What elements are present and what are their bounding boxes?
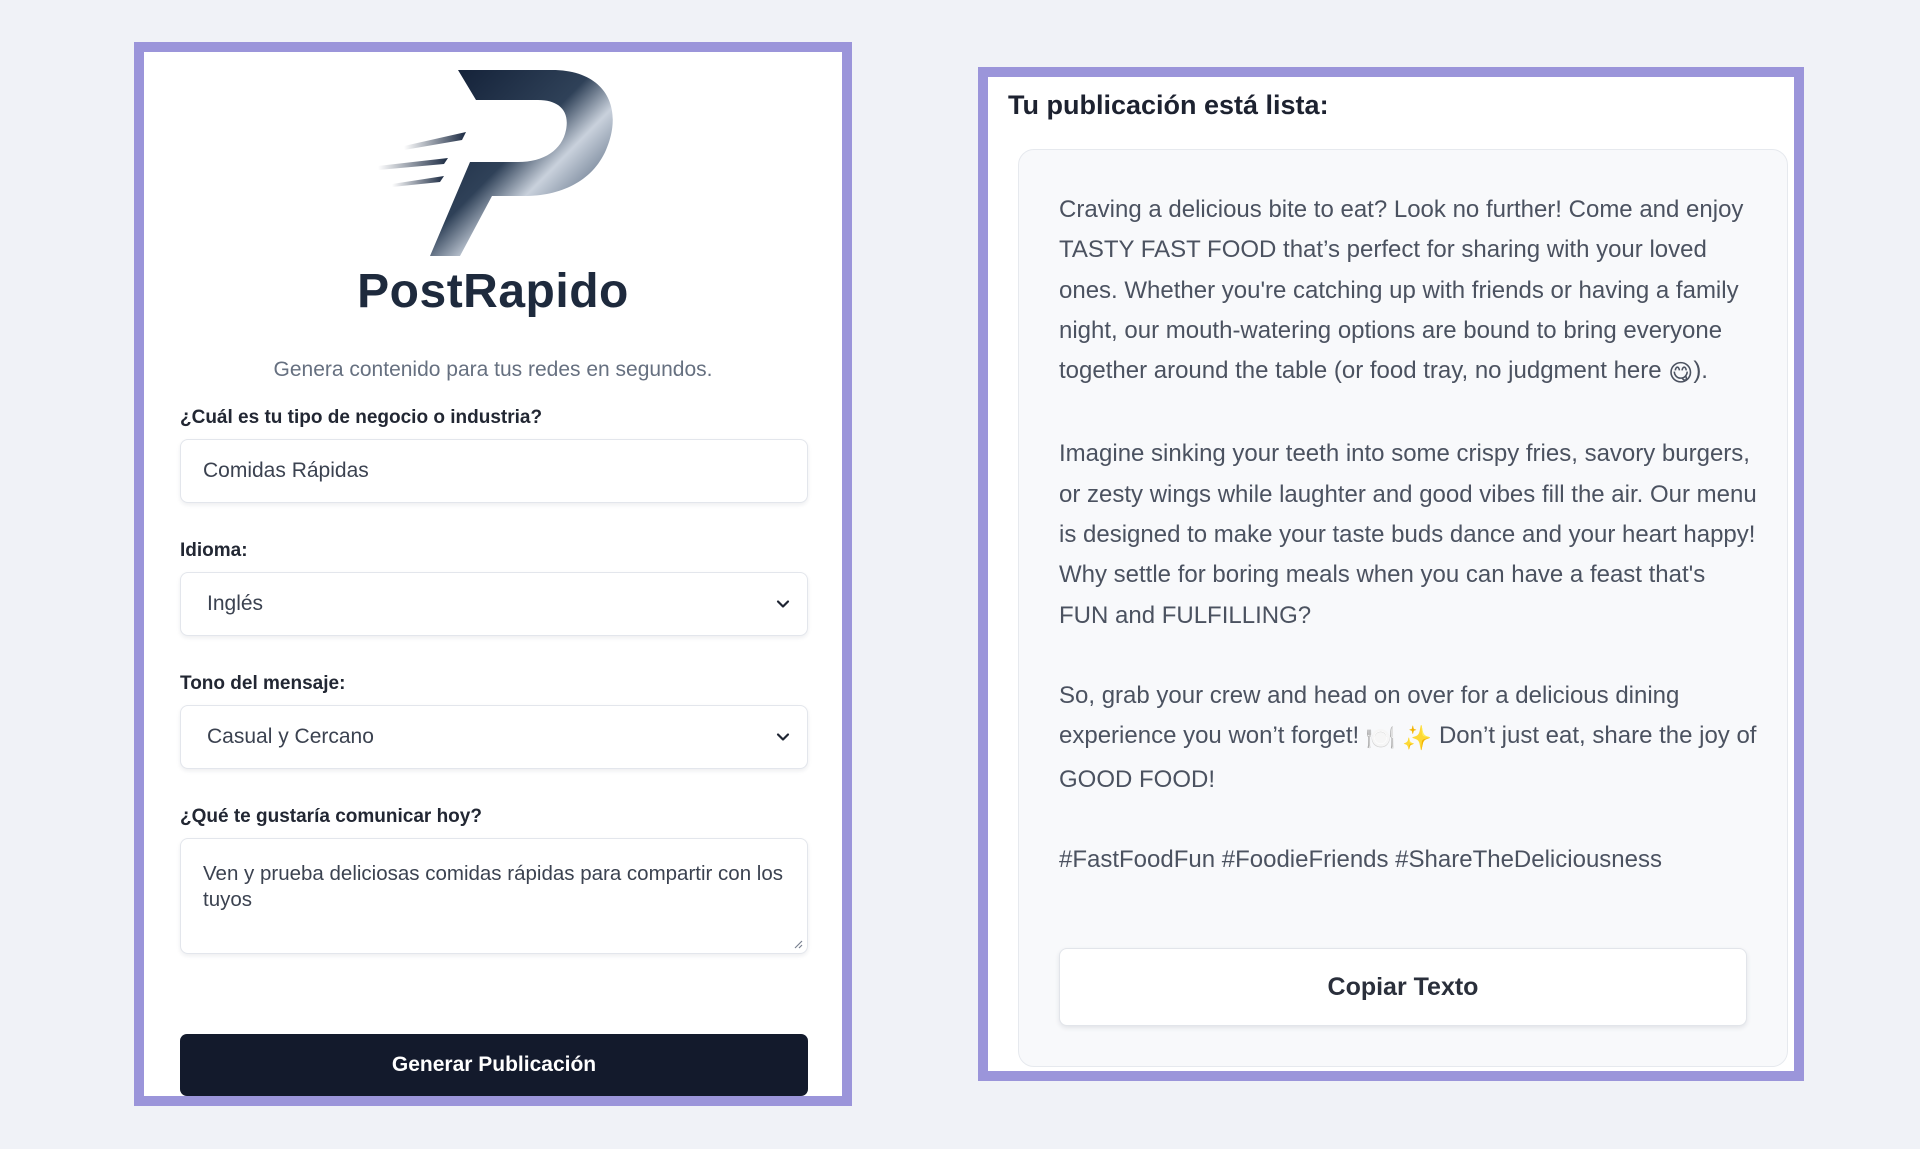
message-textarea-value: Ven y prueba deliciosas comidas rápidas … — [203, 862, 783, 911]
language-select-value: Inglés — [207, 592, 264, 615]
generate-post-button[interactable]: Generar Publicación — [180, 1034, 808, 1096]
yum-emoji-icon: 😋 — [1668, 360, 1694, 388]
industry-input[interactable]: Comidas Rápidas — [180, 439, 808, 503]
language-label: Idioma: — [180, 540, 248, 561]
postrapido-logo — [374, 66, 614, 262]
brand-name: PostRapido — [357, 265, 629, 318]
plate-emoji-icon: 🍽️ — [1365, 725, 1396, 753]
industry-input-value: Comidas Rápidas — [203, 459, 369, 482]
resize-grip-icon[interactable] — [793, 939, 803, 949]
post-hashtags: #FastFoodFun #FoodieFriends #ShareTheDel… — [1059, 845, 1662, 873]
post-paragraph-3: So, grab your crew and head on over for … — [1059, 676, 1759, 800]
sparkles-emoji-icon: ✨ — [1402, 725, 1433, 753]
copy-text-button[interactable]: Copiar Texto — [1059, 948, 1747, 1026]
generated-post-text: Craving a delicious bite to eat? Look no… — [1059, 190, 1759, 880]
message-textarea[interactable]: Ven y prueba deliciosas comidas rápidas … — [180, 838, 808, 954]
industry-label: ¿Cuál es tu tipo de negocio o industria? — [180, 407, 543, 428]
post-paragraph-2: Imagine sinking your teeth into some cri… — [1059, 440, 1757, 629]
result-panel: Craving a delicious bite to eat? Look no… — [1018, 149, 1788, 1067]
post-paragraph-1-text: Craving a delicious bite to eat? Look no… — [1059, 196, 1744, 385]
tone-select[interactable]: Casual y Cercano — [180, 705, 808, 769]
language-select[interactable]: Inglés — [180, 572, 808, 636]
tone-select-value: Casual y Cercano — [207, 725, 374, 748]
generator-form-card: PostRapido Genera contenido para tus red… — [134, 42, 852, 1106]
post-paragraph-1-end: ). — [1693, 357, 1708, 385]
message-label: ¿Qué te gustaría comunicar hoy? — [180, 806, 482, 827]
chevron-down-icon — [776, 600, 790, 608]
result-title: Tu publicación está lista: — [1008, 90, 1329, 120]
tagline: Genera contenido para tus redes en segun… — [273, 358, 713, 381]
result-card: Tu publicación está lista: Craving a del… — [978, 67, 1804, 1081]
tone-label: Tono del mensaje: — [180, 673, 346, 694]
post-paragraph-1: Craving a delicious bite to eat? Look no… — [1059, 190, 1759, 394]
chevron-down-icon — [776, 733, 790, 741]
